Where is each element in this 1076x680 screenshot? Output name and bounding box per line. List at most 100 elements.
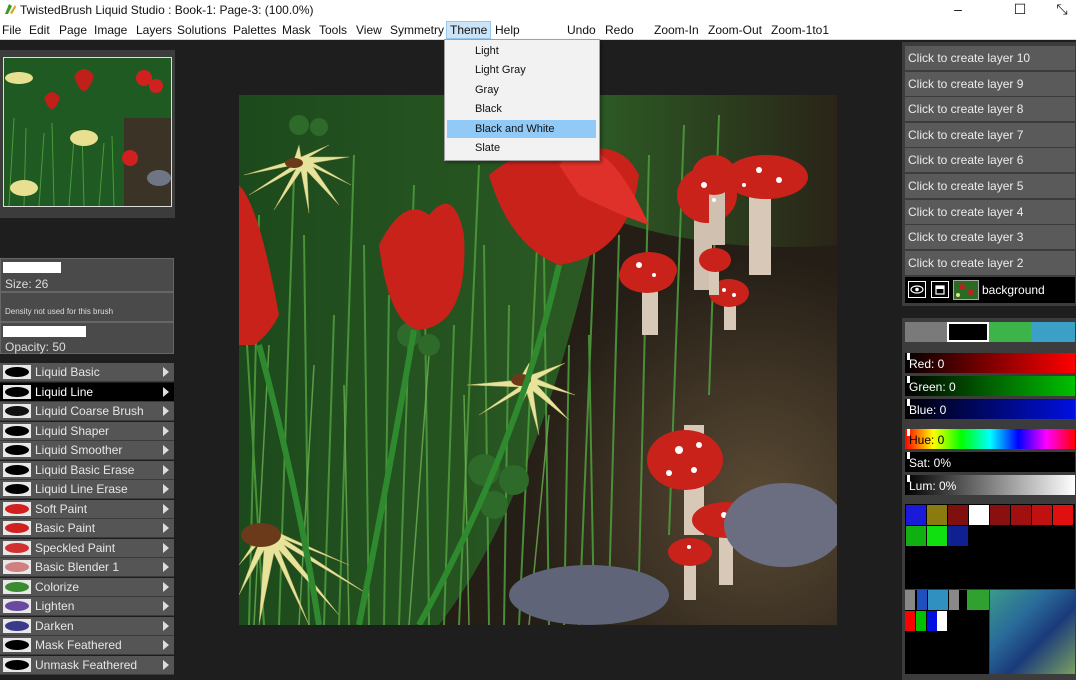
palette-swatch[interactable] [927,526,947,546]
expand-arrow-icon[interactable] [163,562,169,572]
palette-swatch[interactable] [948,526,968,546]
brush-item[interactable]: Basic Blender 1 [0,558,174,577]
menu-page[interactable]: Page [59,23,87,37]
menu-solutions[interactable]: Solutions [177,23,226,37]
brush-item[interactable]: Darken [0,616,174,636]
palette-swatch[interactable] [969,505,989,525]
recent-color-swatch[interactable] [905,322,947,342]
expand-arrow-icon[interactable] [163,445,169,455]
brush-item[interactable]: Liquid Shaper [0,421,174,441]
palette-swatch[interactable] [1011,505,1031,525]
create-layer-button[interactable]: Click to create layer 3 [905,225,1075,250]
menu-edit[interactable]: Edit [29,23,50,37]
palette-swatch[interactable] [1053,505,1073,525]
expand-arrow-icon[interactable] [163,464,169,475]
menu-view[interactable]: View [356,23,382,37]
palette-swatch[interactable] [990,505,1010,525]
palette-swatch[interactable] [906,505,926,525]
brush-item[interactable]: Liquid Basic Erase [0,460,174,480]
color-picker-gradient[interactable] [990,590,1075,674]
current-color-swatch[interactable] [947,322,989,342]
menu-palettes[interactable]: Palettes [233,23,276,37]
expand-arrow-icon[interactable] [163,503,169,514]
create-layer-button[interactable]: Click to create layer 9 [905,71,1075,96]
palette-swatch[interactable] [948,505,968,525]
saturation-slider[interactable]: Sat: 0% [905,452,1075,472]
hue-slider[interactable]: Hue: 0 [905,429,1075,449]
brush-item[interactable]: Basic Paint [0,519,174,538]
palette-swatch[interactable] [1032,505,1052,525]
brush-item[interactable]: Liquid Line Erase [0,480,174,499]
menu-symmetry[interactable]: Symmetry [390,23,444,37]
create-layer-button[interactable]: Click to create layer 7 [905,122,1075,147]
mixing-area[interactable] [905,590,989,674]
minimize-button[interactable]: – [936,0,980,20]
expand-arrow-icon[interactable] [163,367,169,377]
recent-color-swatch[interactable] [989,322,1031,342]
opacity-slider[interactable]: Opacity: 50 [0,322,174,354]
create-layer-button[interactable]: Click to create layer 5 [905,174,1075,198]
background-layer[interactable]: background [905,277,1075,303]
background-layer-label: background [982,283,1045,297]
page-thumbnail[interactable] [3,57,172,207]
brush-item[interactable]: Colorize [0,577,174,597]
zoom-out-button[interactable]: Zoom-Out [708,23,762,37]
brush-item[interactable]: Soft Paint [0,499,174,519]
menu-file[interactable]: File [2,23,21,37]
expand-arrow-icon[interactable] [163,542,169,553]
menu-mask[interactable]: Mask [282,23,311,37]
expand-arrow-icon[interactable] [163,406,169,416]
create-layer-button[interactable]: Click to create layer 2 [905,250,1075,275]
expand-arrow-icon[interactable] [163,620,169,631]
brush-item[interactable]: Liquid Coarse Brush [0,402,174,421]
menu-image[interactable]: Image [94,23,127,37]
brush-item[interactable]: Speckled Paint [0,538,174,558]
expand-arrow-icon[interactable] [163,484,169,494]
resize-icon[interactable]: ⤡ [1040,0,1076,20]
theme-option-black[interactable]: Black [447,100,596,118]
brush-item[interactable]: Liquid Basic [0,363,174,382]
expand-arrow-icon[interactable] [163,386,169,397]
menu-help[interactable]: Help [495,23,520,37]
expand-arrow-icon[interactable] [163,640,169,650]
maximize-button[interactable]: ☐ [998,0,1042,20]
brush-item[interactable]: Mask Feathered [0,636,174,655]
zoom-in-button[interactable]: Zoom-In [654,23,699,37]
create-layer-button[interactable]: Click to create layer 8 [905,97,1075,122]
size-slider[interactable]: Size: 26 [0,258,174,292]
expand-arrow-icon[interactable] [163,425,169,436]
green-slider[interactable]: Green: 0 [905,376,1075,396]
zoom-1to1-button[interactable]: Zoom-1to1 [771,23,829,37]
menu-tools[interactable]: Tools [319,23,347,37]
menu-theme[interactable]: Theme [446,21,492,39]
expand-arrow-icon[interactable] [163,601,169,611]
theme-option-slate[interactable]: Slate [447,139,596,157]
palette-swatch[interactable] [906,526,926,546]
undo-button[interactable]: Undo [567,23,596,37]
expand-arrow-icon[interactable] [163,659,169,670]
brush-item[interactable]: Unmask Feathered [0,655,174,675]
recent-color-swatch[interactable] [1031,322,1075,342]
brush-item[interactable]: Liquid Smoother [0,441,174,460]
blue-slider[interactable]: Blue: 0 [905,399,1075,419]
brush-item[interactable]: Liquid Line [0,382,174,402]
theme-option-gray[interactable]: Gray [447,81,596,99]
create-layer-button[interactable]: Click to create layer 10 [905,46,1075,70]
create-layer-button[interactable]: Click to create layer 6 [905,148,1075,173]
create-layer-button[interactable]: Click to create layer 4 [905,199,1075,224]
brush-item[interactable]: Lighten [0,597,174,616]
red-slider[interactable]: Red: 0 [905,353,1075,373]
palette-swatch[interactable] [927,505,947,525]
theme-option-light-gray[interactable]: Light Gray [447,61,596,79]
luminance-slider[interactable]: Lum: 0% [905,475,1075,495]
theme-option-black-and-white[interactable]: Black and White [447,120,596,138]
density-slider[interactable]: Density not used for this brush [0,292,174,322]
painting-canvas[interactable] [239,95,837,625]
menu-layers[interactable]: Layers [136,23,172,37]
expand-arrow-icon[interactable] [163,523,169,533]
lock-icon[interactable] [931,281,949,298]
expand-arrow-icon[interactable] [163,581,169,592]
theme-option-light[interactable]: Light [447,42,596,60]
redo-button[interactable]: Redo [605,23,634,37]
eye-icon[interactable] [908,281,926,298]
